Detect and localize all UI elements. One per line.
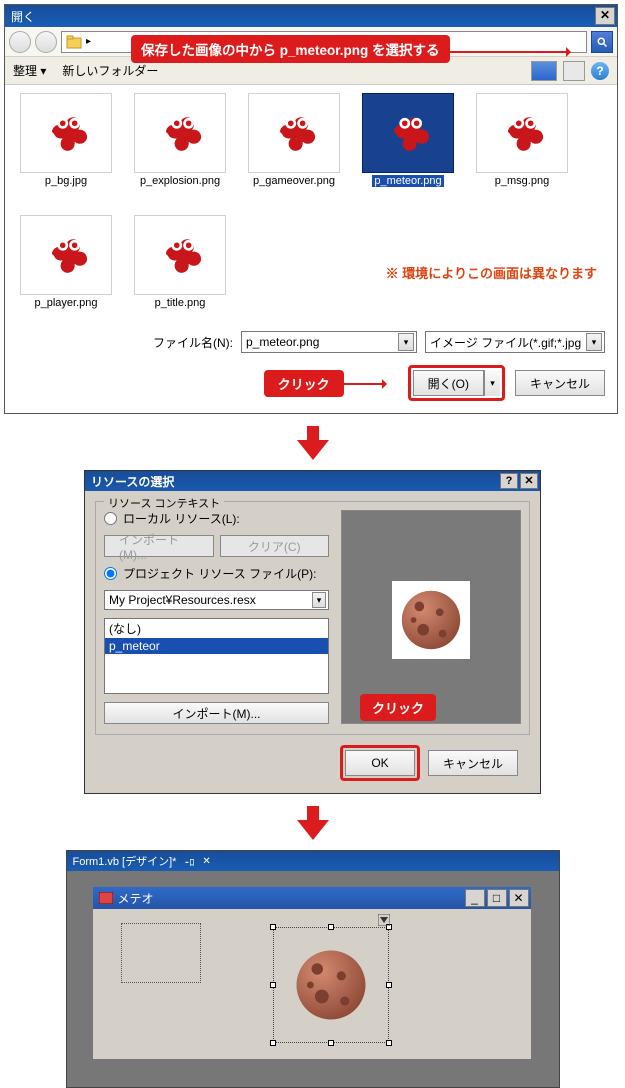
placeholder-rect bbox=[121, 923, 201, 983]
form-designer-window: Form1.vb [デザイン]* ⁃ﾛ ✕ メテオ _ □ ✕ bbox=[66, 850, 560, 1088]
ok-button-highlight: OK bbox=[340, 745, 420, 781]
open-split-button[interactable]: ▾ bbox=[484, 370, 500, 396]
pin-icon[interactable]: ⁃ﾛ bbox=[184, 854, 194, 869]
close-icon[interactable]: ✕ bbox=[520, 473, 538, 489]
maximize-icon[interactable]: □ bbox=[487, 889, 507, 907]
resource-context-group: リソース コンテキスト ローカル リソース(L): インポート(M)... クリ… bbox=[95, 501, 530, 735]
click-callout: クリック bbox=[360, 694, 436, 721]
file-item[interactable]: p_bg.jpg bbox=[17, 93, 115, 197]
close-icon[interactable]: ✕ bbox=[202, 856, 210, 867]
arrow-down-icon bbox=[295, 806, 331, 840]
titlebar: 開く ✕ bbox=[5, 5, 617, 27]
dialog-title: 開く bbox=[11, 8, 35, 25]
local-resource-radio[interactable]: ローカル リソース(L): bbox=[104, 510, 329, 527]
cancel-button[interactable]: キャンセル bbox=[428, 750, 518, 776]
clear-button-disabled: クリア(C) bbox=[220, 535, 330, 557]
chevron-down-icon[interactable]: ▾ bbox=[586, 333, 602, 351]
file-item[interactable]: p_explosion.png bbox=[131, 93, 229, 197]
file-item[interactable]: p_title.png bbox=[131, 215, 229, 319]
form-design-surface[interactable] bbox=[93, 909, 531, 1059]
chevron-down-icon[interactable]: ▾ bbox=[398, 333, 414, 351]
help-icon[interactable]: ? bbox=[500, 473, 518, 489]
design-form-window: メテオ _ □ ✕ bbox=[93, 887, 531, 1059]
filetype-select[interactable]: イメージ ファイル(*.gif;*.jpg ▾ bbox=[425, 331, 605, 353]
preview-pane-button[interactable] bbox=[563, 61, 585, 81]
form-title: メテオ bbox=[118, 890, 154, 907]
organize-menu[interactable]: 整理 ▾ bbox=[13, 62, 46, 79]
search-button[interactable] bbox=[591, 31, 613, 53]
file-item[interactable]: p_gameover.png bbox=[245, 93, 343, 197]
ok-button[interactable]: OK bbox=[345, 750, 415, 776]
forward-button[interactable] bbox=[35, 31, 57, 53]
resource-select-dialog: リソースの選択 ? ✕ リソース コンテキスト ローカル リソース(L): イン… bbox=[84, 470, 541, 794]
file-item[interactable]: p_msg.png bbox=[473, 93, 571, 197]
close-icon[interactable]: ✕ bbox=[595, 7, 615, 25]
open-button[interactable]: 開く(O) bbox=[413, 370, 484, 396]
resx-select[interactable]: My Project¥Resources.resx▾ bbox=[104, 590, 329, 610]
open-button-highlight: 開く(O) ▾ bbox=[408, 365, 505, 401]
click-callout: クリック bbox=[264, 370, 344, 397]
file-item[interactable]: p_player.png bbox=[17, 215, 115, 319]
new-folder-button[interactable]: 新しいフォルダー bbox=[62, 62, 158, 79]
minimize-icon[interactable]: _ bbox=[465, 889, 485, 907]
resource-listbox[interactable]: (なし) p_meteor bbox=[104, 618, 329, 694]
cancel-button[interactable]: キャンセル bbox=[515, 370, 605, 396]
back-button[interactable] bbox=[9, 31, 31, 53]
list-item[interactable]: (なし) bbox=[105, 619, 328, 638]
file-item-selected[interactable]: p_meteor.png bbox=[359, 93, 457, 197]
filename-input[interactable]: p_meteor.png ▾ bbox=[241, 331, 417, 353]
import-button-disabled: インポート(M)... bbox=[104, 535, 214, 557]
file-list: p_bg.jpg p_explosion.png p_gameover.png … bbox=[5, 85, 617, 321]
picturebox-selected[interactable] bbox=[273, 927, 389, 1043]
project-resource-radio[interactable]: プロジェクト リソース ファイル(P): bbox=[104, 565, 329, 582]
import-button[interactable]: インポート(M)... bbox=[104, 702, 329, 724]
form-icon bbox=[99, 892, 113, 904]
arrow-down-icon bbox=[295, 426, 331, 460]
close-icon[interactable]: ✕ bbox=[509, 889, 529, 907]
dialog-title: リソースの選択 bbox=[91, 473, 174, 490]
document-tab[interactable]: Form1.vb [デザイン]* ⁃ﾛ ✕ bbox=[67, 851, 559, 871]
open-file-dialog: 開く ✕ ▸ 保存した画像の中から p_meteor.png を選択する 整理 … bbox=[4, 4, 618, 414]
group-legend: リソース コンテキスト bbox=[104, 495, 224, 511]
smart-tag-icon[interactable] bbox=[378, 914, 390, 926]
help-icon[interactable]: ? bbox=[591, 62, 609, 80]
list-item-selected[interactable]: p_meteor bbox=[105, 638, 328, 654]
preview-pane bbox=[341, 510, 521, 724]
callout-select-file: 保存した画像の中から p_meteor.png を選択する bbox=[131, 35, 450, 63]
view-mode-button[interactable] bbox=[531, 61, 557, 81]
environment-notice: ※ 環境によりこの画面は異なります bbox=[386, 263, 597, 282]
filename-label: ファイル名(N): bbox=[153, 334, 233, 351]
